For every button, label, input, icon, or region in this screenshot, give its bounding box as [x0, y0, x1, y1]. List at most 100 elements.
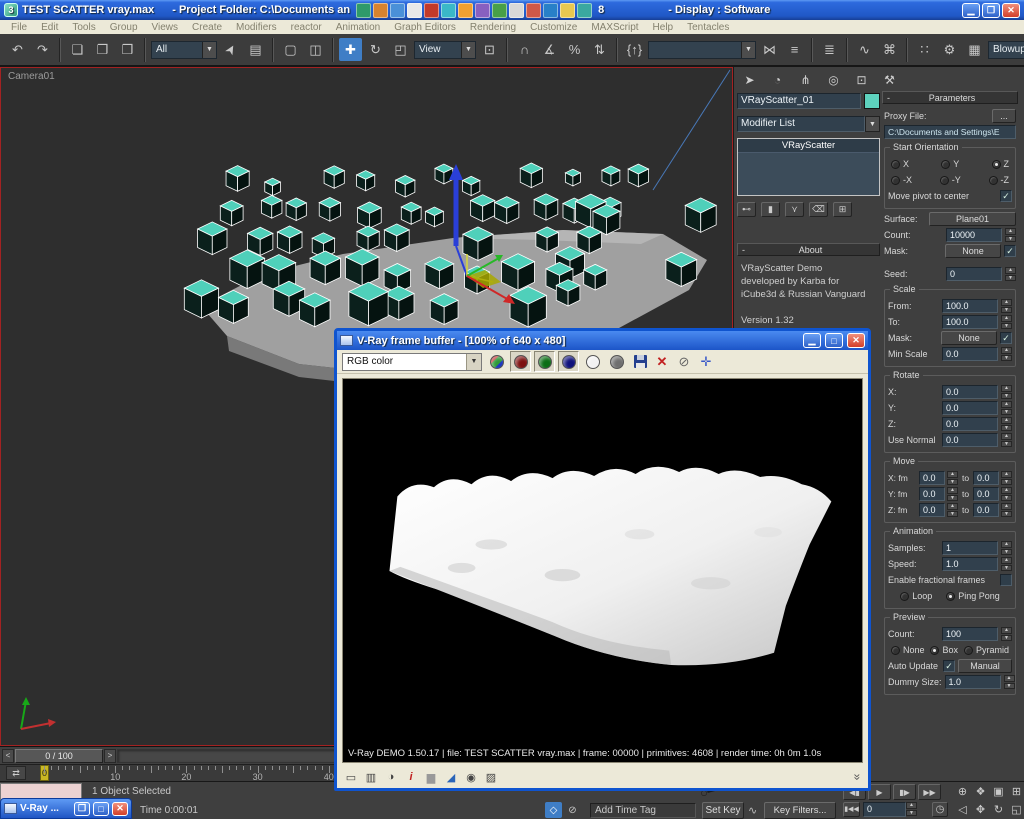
use-normal-field[interactable]: 0.0 — [942, 433, 998, 447]
spin-down-icon[interactable]: ▼ — [947, 510, 958, 517]
modify-tab[interactable]: ◔ — [767, 71, 788, 88]
preview-type-option-box[interactable]: Box — [930, 645, 958, 655]
select-scale-button[interactable]: ◰ — [389, 38, 412, 61]
spin-down-icon[interactable]: ▼ — [1001, 478, 1012, 485]
select-move-button[interactable]: ✚ — [339, 38, 362, 61]
scale-mask-checkbox[interactable]: ✓ — [1000, 332, 1012, 344]
spin-down-icon[interactable]: ▼ — [1001, 440, 1012, 447]
frame-spinner[interactable]: ▲ ▼ — [906, 802, 917, 816]
menu-create[interactable]: Create — [185, 22, 229, 33]
pin-stack-button[interactable]: ⊷ — [737, 202, 756, 217]
mask-button[interactable]: None — [945, 244, 1001, 258]
quicklaunch-icon[interactable] — [458, 2, 474, 18]
fov-icon[interactable]: ◁ — [954, 801, 971, 818]
time-configuration-button[interactable]: ◷ — [932, 802, 948, 817]
move-x-from-spinner[interactable]: ▲ ▼ — [947, 471, 958, 485]
modifier-stack-item[interactable]: VRayScatter — [738, 139, 879, 153]
track-mouse-button[interactable]: ⊘ — [675, 353, 693, 371]
current-frame-field[interactable]: 0 — [863, 802, 906, 817]
preview-count-spinner[interactable]: ▲ ▼ — [1001, 627, 1012, 641]
go-to-end-button[interactable]: ▶▶ — [918, 784, 941, 800]
play-button[interactable]: ▶ — [868, 784, 891, 800]
ref-coord-dropdown[interactable]: View ▼ — [414, 40, 476, 59]
object-color-swatch[interactable] — [864, 93, 880, 109]
region-render-button[interactable]: ✛ — [697, 353, 715, 371]
mask-checkbox[interactable]: ✓ — [1004, 245, 1016, 257]
spin-up-icon[interactable]: ▲ — [1005, 267, 1016, 274]
render-type-dropdown[interactable]: Blowup▼ — [988, 40, 1024, 59]
speed-field[interactable]: 1.0 — [942, 557, 998, 571]
orientation-neg-option-x[interactable]: -X — [891, 175, 912, 185]
window-crossing-button[interactable]: ◫ — [304, 38, 327, 61]
go-to-start-button[interactable]: ▮◀◀ — [843, 802, 860, 817]
parameters-rollout-header[interactable]: - Parameters — [882, 91, 1018, 104]
restore-button[interactable]: ❐ — [74, 801, 90, 816]
info-icon[interactable]: i — [404, 770, 418, 784]
spin-up-icon[interactable]: ▲ — [1001, 487, 1012, 494]
spin-up-icon[interactable]: ▲ — [1001, 627, 1012, 634]
align-button[interactable]: ≡ — [783, 38, 806, 61]
render-setup-button[interactable]: ⚙ — [938, 38, 961, 61]
snap-toggle-button[interactable]: ∩ — [513, 38, 536, 61]
undo-button[interactable]: ↶ — [6, 38, 29, 61]
open-mini-curve-editor-icon[interactable]: ⇄ — [6, 766, 26, 780]
surface-button[interactable]: Plane01 — [929, 212, 1016, 226]
move-y-to-spinner[interactable]: ▲ ▼ — [1001, 487, 1012, 501]
utilities-tab[interactable]: ⚒ — [879, 71, 900, 88]
rotate-x-field[interactable]: 0.0 — [942, 385, 998, 399]
spin-up-icon[interactable]: ▲ — [1001, 471, 1012, 478]
minimized-vray-window[interactable]: V-Ray ... ❐ □ ✕ — [0, 798, 132, 819]
spin-up-icon[interactable]: ▲ — [1001, 541, 1012, 548]
quicklaunch-icon[interactable] — [560, 2, 576, 18]
quicklaunch-icon[interactable] — [577, 2, 593, 18]
rendered-frame-button[interactable]: ▦ — [963, 38, 986, 61]
spin-down-icon[interactable]: ▼ — [1001, 306, 1012, 313]
menu-animation[interactable]: Animation — [329, 22, 387, 33]
radio-icon[interactable] — [891, 159, 900, 169]
next-frame-button[interactable]: > — [104, 748, 116, 763]
quicklaunch-icon[interactable] — [475, 2, 491, 18]
move-y-to-field[interactable]: 0.0 — [973, 487, 999, 501]
motion-tab[interactable]: ◎ — [823, 71, 844, 88]
curves-icon[interactable]: ◢ — [444, 770, 458, 784]
spin-down-icon[interactable]: ▼ — [1001, 634, 1012, 641]
close-button[interactable]: ✕ — [847, 333, 865, 348]
use-pivot-button[interactable]: ⊡ — [478, 38, 501, 61]
seed-spinner[interactable]: ▲ ▼ — [1005, 267, 1016, 281]
about-rollout-header[interactable]: - About — [737, 243, 880, 256]
spin-up-icon[interactable]: ▲ — [1001, 347, 1012, 354]
radio-icon[interactable] — [930, 645, 940, 655]
modifier-stack[interactable]: VRayScatter — [737, 138, 880, 196]
chevron-down-icon[interactable]: ▼ — [741, 41, 755, 58]
move-x-to-field[interactable]: 0.0 — [973, 471, 999, 485]
select-by-name-button[interactable]: ▤ — [244, 38, 267, 61]
zoom-region-icon[interactable]: ⊞ — [1008, 783, 1024, 800]
quicklaunch-icon[interactable] — [424, 2, 440, 18]
proxy-path-field[interactable]: C:\Documents and Settings\E — [884, 125, 1016, 139]
bind-spacewarp-button[interactable]: ❒ — [116, 38, 139, 61]
move-z-to-spinner[interactable]: ▲ ▼ — [1001, 503, 1012, 517]
select-rotate-button[interactable]: ↻ — [364, 38, 387, 61]
count-field[interactable]: 10000 — [946, 228, 1002, 242]
radio-icon[interactable] — [988, 175, 998, 185]
spin-up-icon[interactable]: ▲ — [1001, 557, 1012, 564]
vray-frame-buffer-window[interactable]: V-Ray frame buffer - [100% of 640 x 480]… — [334, 328, 871, 791]
create-tab[interactable]: ➤ — [739, 71, 760, 88]
restore-button[interactable]: ❐ — [982, 2, 1000, 18]
maximize-button[interactable]: □ — [93, 801, 109, 816]
menu-maxscript[interactable]: MAXScript — [584, 22, 645, 33]
spin-down-icon[interactable]: ▼ — [1001, 322, 1012, 329]
min-scale-field[interactable]: 0.0 — [942, 347, 998, 361]
menu-tools[interactable]: Tools — [65, 22, 102, 33]
radio-icon[interactable] — [900, 591, 910, 601]
close-button[interactable]: ✕ — [112, 801, 128, 816]
rect-selection-button[interactable]: ▢ — [279, 38, 302, 61]
dummy-size-spinner[interactable]: ▲ ▼ — [1003, 675, 1015, 689]
levels-icon[interactable]: ▥ — [364, 770, 378, 784]
next-key-button[interactable]: ▮▶ — [893, 784, 916, 800]
move-x-to-spinner[interactable]: ▲ ▼ — [1001, 471, 1012, 485]
material-editor-button[interactable]: ∷ — [913, 38, 936, 61]
quicklaunch-icon[interactable] — [373, 2, 389, 18]
display-tab[interactable]: ⊡ — [851, 71, 872, 88]
radio-icon[interactable] — [939, 175, 949, 185]
